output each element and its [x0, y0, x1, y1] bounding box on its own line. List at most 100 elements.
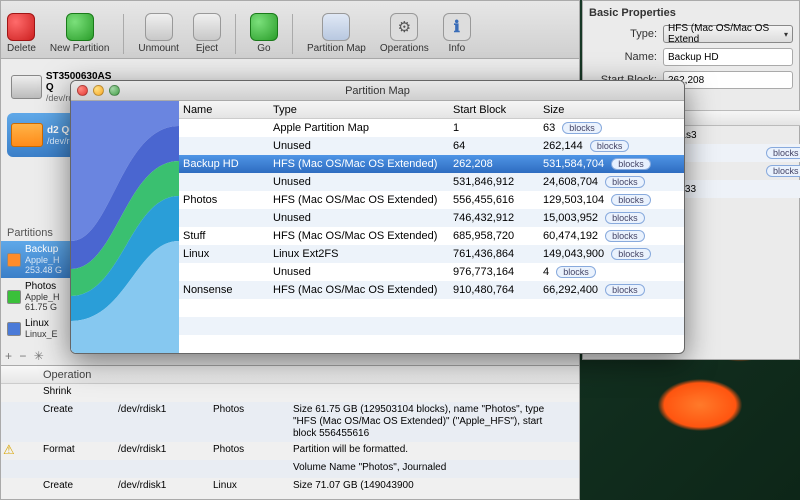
- blocks-pill[interactable]: blocks: [611, 194, 651, 206]
- go-icon: [250, 13, 278, 41]
- cell-start: 64: [453, 140, 543, 152]
- add-button[interactable]: +: [5, 349, 12, 363]
- table-row: [179, 335, 684, 353]
- separator: [292, 14, 293, 54]
- ops-row[interactable]: Create/dev/rdisk1LinuxSize 71.07 GB (149…: [1, 478, 579, 496]
- cell-start: 910,480,764: [453, 284, 543, 296]
- operations-pane: Operation ShrinkCreate/dev/rdisk1PhotosS…: [1, 365, 579, 499]
- cell-name: Linux: [183, 248, 273, 260]
- info-button[interactable]: Info: [443, 13, 471, 54]
- cell-start: 685,958,720: [453, 230, 543, 242]
- type-label: Type:: [589, 28, 657, 40]
- cell-start: 746,432,912: [453, 212, 543, 224]
- blocks-pill[interactable]: blocks: [611, 158, 651, 170]
- ops-row[interactable]: Format/dev/rdisk1PhotosPartition will be…: [1, 442, 579, 460]
- blocks-pill[interactable]: blocks: [605, 212, 645, 224]
- ops-col-operation: Operation: [43, 369, 118, 381]
- zoom-icon[interactable]: [109, 85, 120, 96]
- blocks-pill[interactable]: blocks: [605, 230, 645, 242]
- ops-row[interactable]: Shrink: [1, 384, 579, 402]
- cell-size: 4 blocks: [543, 266, 673, 278]
- cell-size: 60,474,192 blocks: [543, 230, 673, 242]
- remove-button[interactable]: −: [19, 349, 26, 363]
- cell-size: 262,144 blocks: [543, 140, 673, 152]
- cell-type: Unused: [273, 176, 453, 188]
- close-icon[interactable]: [77, 85, 88, 96]
- blocks-pill[interactable]: blocks: [605, 176, 645, 188]
- cell-size: 129,503,104 blocks: [543, 194, 673, 206]
- cell-name: Nonsense: [183, 284, 273, 296]
- table-row[interactable]: LinuxLinux Ext2FS761,436,864149,043,900 …: [179, 245, 684, 263]
- ops-row[interactable]: Create/dev/rdisk1PhotosSize 61.75 GB (12…: [1, 402, 579, 442]
- ops-row[interactable]: Volume Name "Photos", Journaled: [1, 460, 579, 478]
- cell-start: 1: [453, 122, 543, 134]
- blocks-pill[interactable]: blocks: [611, 248, 651, 260]
- blocks-pill[interactable]: blocks: [605, 284, 645, 296]
- eject-label: Eject: [196, 43, 218, 54]
- blocks-pill[interactable]: blocks: [562, 122, 602, 134]
- new-partition-label: New Partition: [50, 43, 109, 54]
- partition-map-icon: [322, 13, 350, 41]
- go-label: Go: [257, 43, 270, 54]
- hard-drive-icon: [11, 75, 42, 99]
- partition-table[interactable]: Name Type Start Block Size Apple Partiti…: [179, 101, 684, 353]
- cell-start: 761,436,864: [453, 248, 543, 260]
- blocks-pill[interactable]: blocks: [556, 266, 596, 278]
- cell-name: Stuff: [183, 230, 273, 242]
- cell-size: 149,043,900 blocks: [543, 248, 673, 260]
- table-row[interactable]: Apple Partition Map163 blocks: [179, 119, 684, 137]
- name-label: Name:: [589, 51, 657, 63]
- gear-icon: [390, 13, 418, 41]
- blocks-pill[interactable]: blocks: [766, 165, 800, 177]
- color-swatch-icon: [7, 322, 21, 336]
- cell-name: Photos: [183, 194, 273, 206]
- col-name: Name: [183, 104, 273, 116]
- cell-start: 262,208: [453, 158, 543, 170]
- settings-button[interactable]: ✳: [34, 349, 44, 363]
- cell-start: 976,773,164: [453, 266, 543, 278]
- partition-map-button[interactable]: Partition Map: [307, 13, 366, 54]
- cell-size: 15,003,952 blocks: [543, 212, 673, 224]
- op-desc: Volume Name "Photos", Journaled: [293, 462, 563, 474]
- op-part: Photos: [213, 444, 293, 456]
- blocks-pill[interactable]: blocks: [590, 140, 630, 152]
- window-titlebar[interactable]: Partition Map: [71, 81, 684, 101]
- table-row[interactable]: Unused746,432,91215,003,952 blocks: [179, 209, 684, 227]
- cell-type: HFS (Mac OS/Mac OS Extended): [273, 194, 453, 206]
- op-desc: Size 71.07 GB (149043900: [293, 480, 563, 492]
- unmount-button[interactable]: Unmount: [138, 13, 179, 54]
- col-type: Type: [273, 104, 453, 116]
- col-size: Size: [543, 104, 673, 116]
- cell-type: Unused: [273, 140, 453, 152]
- new-partition-button[interactable]: New Partition: [50, 13, 109, 54]
- table-row[interactable]: Backup HDHFS (Mac OS/Mac OS Extended)262…: [179, 155, 684, 173]
- type-select[interactable]: HFS (Mac OS/Mac OS Extend: [663, 25, 793, 43]
- go-button[interactable]: Go: [250, 13, 278, 54]
- type-value: HFS (Mac OS/Mac OS Extend: [668, 23, 784, 45]
- minimize-icon[interactable]: [93, 85, 104, 96]
- table-row[interactable]: PhotosHFS (Mac OS/Mac OS Extended)556,45…: [179, 191, 684, 209]
- table-row[interactable]: Unused64262,144 blocks: [179, 137, 684, 155]
- partition-name: Photos: [25, 281, 60, 292]
- partition-type: Apple_H: [25, 255, 62, 265]
- sankey-icon: [71, 101, 179, 353]
- table-row[interactable]: Unused531,846,91224,608,704 blocks: [179, 173, 684, 191]
- cell-type: HFS (Mac OS/Mac OS Extended): [273, 284, 453, 296]
- table-row[interactable]: StuffHFS (Mac OS/Mac OS Extended)685,958…: [179, 227, 684, 245]
- cell-type: Unused: [273, 266, 453, 278]
- cell-type: Apple Partition Map: [273, 122, 453, 134]
- table-row[interactable]: Unused976,773,1644 blocks: [179, 263, 684, 281]
- eject-button[interactable]: Eject: [193, 13, 221, 54]
- op-disk: /dev/rdisk1: [118, 444, 213, 456]
- blocks-pill[interactable]: blocks: [766, 147, 800, 159]
- properties-title: Basic Properties: [589, 7, 793, 19]
- cell-type: HFS (Mac OS/Mac OS Extended): [273, 158, 453, 170]
- operations-button[interactable]: Operations: [380, 13, 429, 54]
- delete-button[interactable]: Delete: [7, 13, 36, 54]
- op-name: Format: [43, 444, 118, 456]
- table-row[interactable]: NonsenseHFS (Mac OS/Mac OS Extended)910,…: [179, 281, 684, 299]
- name-field[interactable]: Backup HD: [663, 48, 793, 66]
- toolbar: Delete New Partition Unmount Eject Go Pa…: [1, 1, 579, 59]
- op-desc: Size 61.75 GB (129503104 blocks), name "…: [293, 404, 563, 440]
- partition-size: 253.48 G: [25, 265, 62, 275]
